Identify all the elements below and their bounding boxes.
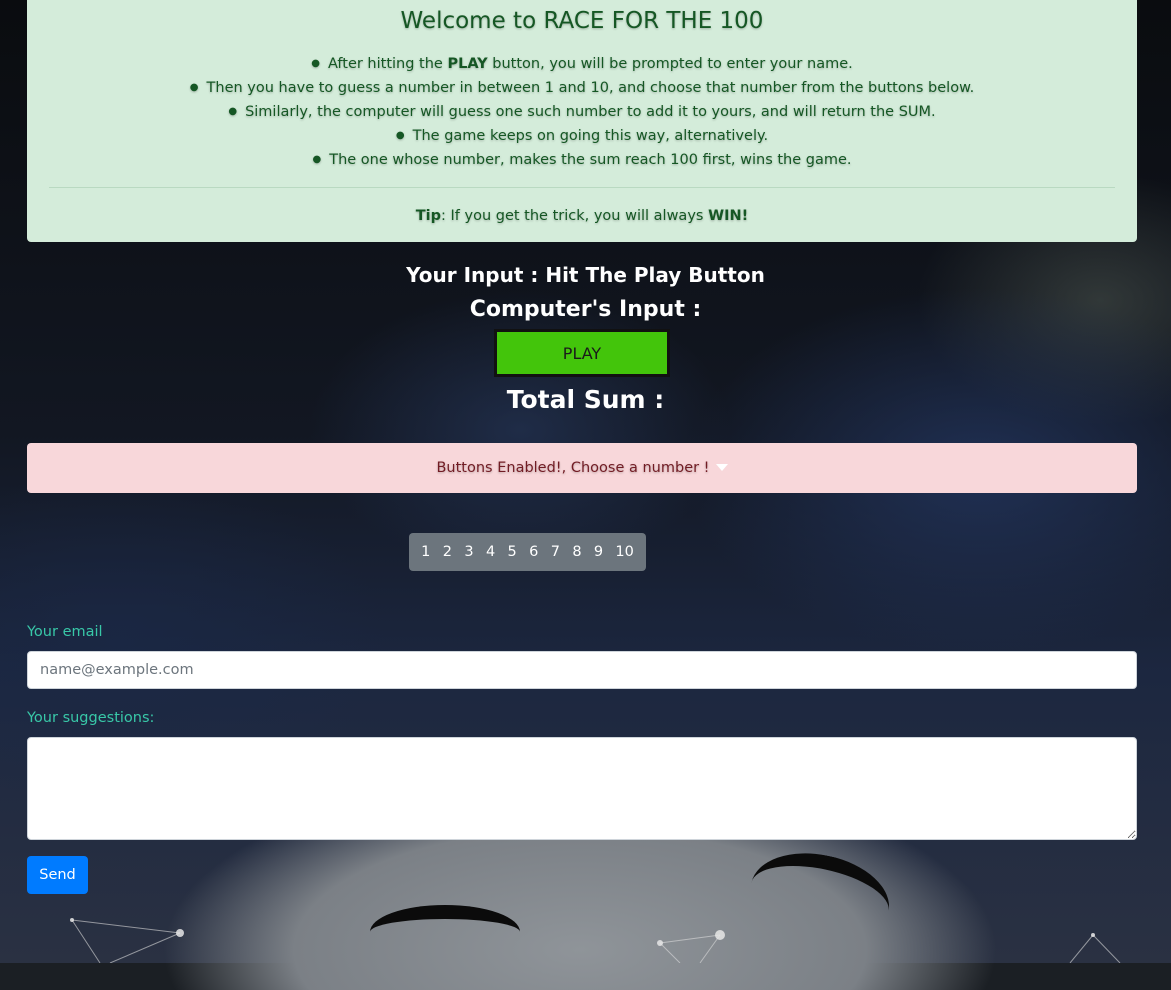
number-button-group: 1 2 3 4 5 6 7 8 9 10 <box>409 533 646 571</box>
rule-item: The game keeps on going this way, altern… <box>27 124 1137 148</box>
number-button-10[interactable]: 10 <box>609 533 639 571</box>
play-button[interactable]: PLAY <box>494 329 670 377</box>
number-button-3[interactable]: 3 <box>458 533 480 571</box>
total-sum-text: Total Sum : <box>506 385 665 414</box>
rule-item: Similarly, the computer will guess one s… <box>27 100 1137 124</box>
email-label: Your email <box>27 624 103 640</box>
rule-item: After hitting the PLAY button, you will … <box>27 52 1137 76</box>
number-button-6[interactable]: 6 <box>523 533 545 571</box>
suggestions-textarea[interactable] <box>27 737 1137 840</box>
number-button-5[interactable]: 5 <box>501 533 523 571</box>
instructions-panel: Welcome to RACE FOR THE 100 After hittin… <box>27 0 1137 242</box>
caret-down-icon <box>715 464 728 471</box>
number-button-9[interactable]: 9 <box>588 533 610 571</box>
your-input-text: Your Input : Hit The Play Button <box>406 263 765 287</box>
divider <box>49 187 1115 188</box>
tip-text: Tip: If you get the trick, you will alwa… <box>415 208 749 224</box>
number-button-4[interactable]: 4 <box>480 533 502 571</box>
welcome-title: Welcome to RACE FOR THE 100 <box>400 8 764 34</box>
send-button[interactable]: Send <box>27 856 88 894</box>
suggestions-label: Your suggestions: <box>27 710 155 726</box>
number-button-8[interactable]: 8 <box>566 533 588 571</box>
status-alert: Buttons Enabled!, Choose a number ! <box>27 443 1137 493</box>
computer-input-text: Computer's Input : <box>469 297 702 322</box>
number-button-1[interactable]: 1 <box>415 533 437 571</box>
rules-list: After hitting the PLAY button, you will … <box>27 52 1137 172</box>
alert-text: Buttons Enabled!, Choose a number ! <box>436 460 710 476</box>
number-button-2[interactable]: 2 <box>437 533 459 571</box>
number-button-7[interactable]: 7 <box>545 533 567 571</box>
email-field[interactable] <box>27 651 1137 689</box>
rule-item: The one whose number, makes the sum reac… <box>27 148 1137 172</box>
rule-item: Then you have to guess a number in betwe… <box>27 76 1137 100</box>
